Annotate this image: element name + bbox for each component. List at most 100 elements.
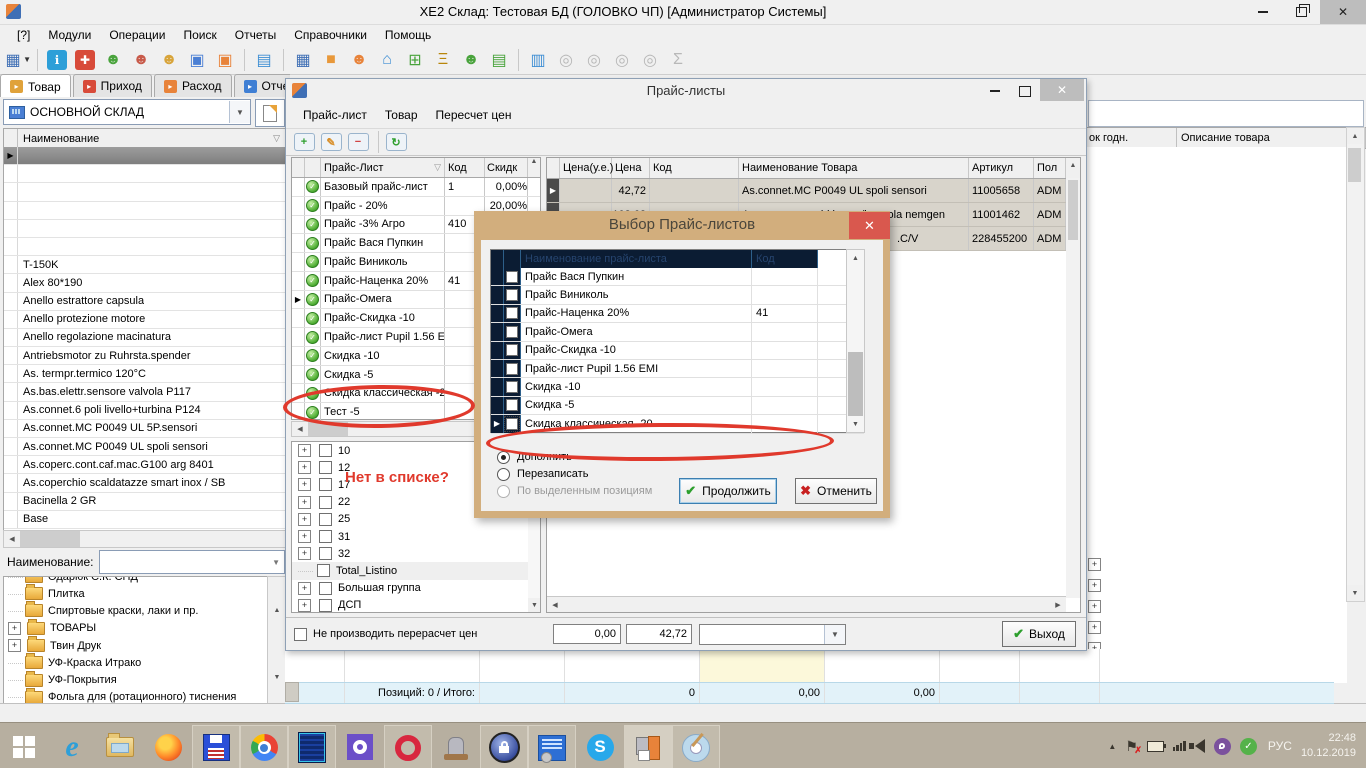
goods-row[interactable]: As.coperc.cont.caf.mac.G100 arg 8401 — [4, 456, 286, 474]
taskbar-xe2-app-icon[interactable] — [624, 725, 672, 768]
taskbar-paint-icon[interactable] — [672, 725, 720, 768]
dialog-scrollbar[interactable]: ▲ ▼ — [846, 249, 865, 433]
maximize-button[interactable] — [1010, 79, 1040, 103]
goods-row[interactable]: As.coperchio scaldatazze smart inox / SB — [4, 474, 286, 492]
chevron-down-icon[interactable]: ▼ — [824, 625, 845, 644]
category-tree-scrollbar[interactable]: ▲ ▼ — [267, 576, 287, 712]
column-code[interactable]: Код — [445, 158, 485, 177]
price-group-row[interactable]: Total_Listino — [292, 562, 540, 579]
pricelist-checkbox[interactable] — [506, 363, 518, 375]
selected-cell[interactable] — [700, 649, 825, 682]
taskbar-start-icon[interactable] — [0, 725, 48, 768]
menu-item-6[interactable]: Помощь — [376, 25, 440, 45]
scroll-thumb[interactable] — [20, 531, 80, 547]
group-checkbox[interactable] — [319, 444, 332, 457]
column-article[interactable]: Артикул — [969, 158, 1034, 178]
toolbar-firm-icon[interactable]: ▦ — [290, 48, 316, 72]
price-menu-item-0[interactable]: Прайс-лист — [294, 105, 376, 125]
column-product-name[interactable]: Наименование Товара — [739, 158, 969, 178]
toolbar-user-delete-icon[interactable]: ☻ — [128, 48, 154, 72]
price-group-row[interactable]: +Большая группа — [292, 580, 540, 597]
menu-item-5[interactable]: Справочники — [285, 25, 376, 45]
clock[interactable]: 22:48 10.12.2019 — [1301, 731, 1356, 761]
toolbar-sum-sigma-icon[interactable]: Σ — [665, 48, 691, 72]
radio-append[interactable]: Дополнить — [497, 450, 572, 464]
menu-item-1[interactable]: Модули — [39, 25, 100, 45]
scroll-thumb[interactable] — [848, 352, 863, 416]
group-checkbox[interactable] — [319, 461, 332, 474]
toolbar-window-design-icon[interactable]: ▣ — [212, 48, 238, 72]
right-grid-vscrollbar[interactable]: ▲ ▼ — [1346, 127, 1365, 602]
pricelist-checkbox[interactable] — [506, 289, 518, 301]
expander-plus-icon[interactable]: + — [1088, 621, 1101, 634]
close-button[interactable]: ✕ — [1320, 0, 1366, 24]
expander-plus-icon[interactable]: + — [1088, 558, 1101, 571]
goods-row[interactable]: Alex 80*190 — [4, 274, 286, 292]
battery-icon[interactable] — [1147, 741, 1164, 752]
toolbar-add-pricelist-icon[interactable]: + — [292, 131, 316, 153]
dialog-pricelist-row[interactable]: ▶Скидка классическая -20 — [491, 415, 864, 433]
scroll-up-icon[interactable]: ▲ — [528, 158, 540, 177]
taskbar-server-monitor-icon[interactable] — [288, 725, 336, 768]
goods-row[interactable]: Anello protezione motore — [4, 311, 286, 329]
taskbar-floppy-icon[interactable] — [192, 725, 240, 768]
minimize-button[interactable] — [1244, 0, 1282, 24]
pricelist-row[interactable]: ✓Базовый прайс-лист10,00% — [292, 178, 540, 197]
toolbar-partners-icon[interactable]: ☻ — [346, 48, 372, 72]
column-pricelist[interactable]: Прайс-Лист▽ — [321, 158, 445, 177]
goods-row[interactable]: Bacinella 2 GR — [4, 493, 286, 511]
dialog-pricelist-row[interactable]: Прайс-Скидка -10 — [491, 342, 864, 360]
menu-item-4[interactable]: Отчеты — [226, 25, 285, 45]
scroll-right-icon[interactable]: ▶ — [1050, 597, 1066, 612]
goods-row[interactable]: Antriebsmotor zu Ruhrsta.spender — [4, 347, 286, 365]
toolbar-user-key-icon[interactable]: ☻ — [156, 48, 182, 72]
tree-item-partial[interactable]: Одарюк С.К. СПД — [4, 577, 268, 585]
expander-plus-icon[interactable]: + — [298, 478, 311, 491]
dialog-pricelist-row[interactable]: Скидка -10 — [491, 378, 864, 396]
toolbar-shop-icon[interactable]: ⌂ — [374, 48, 400, 72]
volume-icon[interactable] — [1195, 739, 1205, 753]
group-checkbox[interactable] — [319, 599, 332, 612]
column-pos[interactable]: Пол — [1034, 158, 1066, 178]
toolbar-info-icon[interactable]: ℹ — [44, 48, 70, 72]
goods-row[interactable]: Anello regolazione macinatura — [4, 329, 286, 347]
goods-row[interactable]: As.connet.6 poli livello+turbina P124 — [4, 402, 286, 420]
expander-plus-icon[interactable]: + — [8, 639, 21, 652]
goods-row[interactable]: As.connet.MC P0049 UL 5P.sensori — [4, 420, 286, 438]
taskbar-remote-desktop-icon[interactable] — [528, 725, 576, 768]
price-menu-item-1[interactable]: Товар — [376, 105, 427, 125]
column-pricelist-name[interactable]: Наименование прайс-листа — [521, 250, 752, 268]
taskbar-chrome-icon[interactable] — [240, 725, 288, 768]
hidden-icons-arrow[interactable]: ▲ — [1108, 742, 1116, 751]
group-checkbox[interactable] — [319, 478, 332, 491]
price-group-row[interactable]: +32 — [292, 545, 540, 562]
pricelist-checkbox[interactable] — [506, 307, 518, 319]
new-document-button[interactable] — [255, 99, 285, 127]
viber-icon[interactable] — [1214, 738, 1231, 755]
expander-plus-icon[interactable]: + — [298, 496, 311, 509]
pricelist-checkbox[interactable] — [506, 271, 518, 283]
tree-item[interactable]: +Твин Друк — [4, 637, 268, 654]
notification-flag-icon[interactable]: ⚑✗ — [1125, 739, 1138, 753]
dialog-pricelist-row[interactable]: Прайс-лист Pupil 1.56 EMI — [491, 360, 864, 378]
taskbar-file-explorer-icon[interactable] — [96, 725, 144, 768]
toolbar-price-cards-icon[interactable]: ▥ — [525, 48, 551, 72]
taskbar-settings-gear-icon[interactable] — [336, 725, 384, 768]
goods-row-empty[interactable] — [4, 238, 286, 256]
scroll-up-icon[interactable]: ▲ — [1347, 128, 1363, 144]
tree-item[interactable]: Плитка — [4, 585, 268, 602]
scroll-down-icon[interactable]: ▼ — [847, 416, 864, 432]
expander-plus-icon[interactable]: + — [298, 547, 311, 560]
restore-button[interactable] — [1282, 0, 1320, 24]
group-checkbox[interactable] — [319, 582, 332, 595]
goods-row-empty[interactable] — [4, 165, 286, 183]
dialog-close-button[interactable]: ✕ — [849, 212, 890, 239]
column-price[interactable]: Цена — [612, 158, 650, 178]
expander-plus-icon[interactable]: + — [298, 582, 311, 595]
column-description[interactable]: Описание товара — [1177, 128, 1366, 148]
group-checkbox[interactable] — [319, 513, 332, 526]
toolbar-search-next-icon[interactable]: ◎ — [609, 48, 635, 72]
price-menu-item-2[interactable]: Пересчет цен — [427, 105, 521, 125]
tree-item[interactable]: УФ-Краска Итрако — [4, 654, 268, 671]
toolbar-search-icon[interactable]: ◎ — [553, 48, 579, 72]
